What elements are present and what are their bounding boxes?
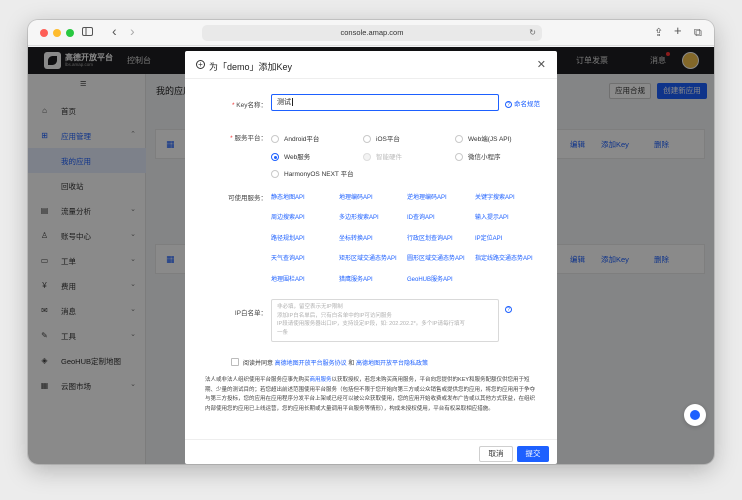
platform-label: * 服务平台： [230, 135, 267, 142]
key-name-value: 测试 [277, 99, 291, 106]
naming-rules-link[interactable]: ? 命名规范 [505, 98, 540, 108]
service-geohub-api[interactable]: GeoHUB服务API [407, 274, 453, 283]
agree-checkbox[interactable] [231, 358, 239, 366]
sidebar-toggle-icon[interactable] [82, 25, 93, 41]
forward-icon[interactable]: › [130, 23, 135, 39]
close-window-button[interactable] [40, 29, 48, 37]
help-assistant-icon[interactable] [684, 404, 706, 426]
service-polygon-search-api[interactable]: 多边形搜索API [339, 212, 379, 221]
modal-header: + 为「demo」添加Key ✕ [185, 51, 557, 79]
service-around-search-api[interactable]: 周边搜索API [271, 212, 305, 221]
service-rect-traffic-api[interactable]: 矩形区域交通态势API [339, 253, 397, 262]
zoom-window-button[interactable] [66, 29, 74, 37]
share-icon[interactable]: ⇪ [654, 25, 663, 41]
radio-web-js-api[interactable]: Web端(JS API) [455, 133, 512, 144]
service-geofence-api[interactable]: 地理围栏API [271, 274, 305, 283]
add-key-modal: + 为「demo」添加Key ✕ * Key名称： 测试 ? 命名规范 * 服务平… [185, 51, 557, 464]
ip-placeholder-line: 一条 [277, 329, 289, 336]
service-reverse-geocoding-api[interactable]: 逆地理编码API [407, 192, 447, 201]
modal-title: 为「demo」添加Key [209, 62, 293, 72]
add-circle-icon: + [196, 60, 205, 69]
legal-notice: 法人或非法人组织使用平台服务应事先购买商用服务以获取授权，若您未购买商用服务，平… [205, 377, 536, 412]
ip-help-icon[interactable]: ? [505, 306, 514, 313]
privacy-policy-link[interactable]: 高德地图开放平台隐私政策 [356, 361, 428, 367]
service-id-query-api[interactable]: ID查询API [407, 212, 435, 221]
tab-overview-icon[interactable]: ⧉ [694, 25, 702, 41]
reload-icon[interactable]: ↻ [529, 25, 536, 41]
service-ip-location-api[interactable]: IP定位API [475, 233, 502, 242]
modal-footer: 取消 提交 [185, 439, 557, 464]
radio-smart-hardware: 智能硬件 [363, 151, 402, 162]
address-bar[interactable]: console.amap.com ↻ [202, 25, 542, 41]
minimize-window-button[interactable] [53, 29, 61, 37]
service-input-tips-api[interactable]: 输入提示API [475, 212, 509, 221]
service-circle-traffic-api[interactable]: 圆形区域交通态势API [407, 253, 465, 262]
radio-wechat-mini-program[interactable]: 微信小程序 [455, 151, 501, 162]
ip-whitelist-label: IP白名单： [234, 310, 267, 317]
service-route-planning-api[interactable]: 路径规划API [271, 233, 305, 242]
ip-whitelist-textarea[interactable]: 非必填，留空表示无IP限制 添加IP白名单后，只有白名单中的IP可访问服务 IP… [271, 299, 499, 342]
service-static-map-api[interactable]: 静态地图API [271, 192, 305, 201]
service-keyword-search-api[interactable]: 关键字搜索API [475, 192, 515, 201]
new-tab-icon[interactable]: + [674, 23, 682, 39]
radio-android[interactable]: Android平台 [271, 133, 319, 144]
service-geocoding-api[interactable]: 地理编码API [339, 192, 373, 201]
submit-button[interactable]: 提交 [517, 446, 549, 462]
commercial-service-link[interactable]: 商用服务 [310, 377, 332, 383]
cancel-button[interactable]: 取消 [479, 446, 513, 462]
key-name-input[interactable]: 测试 [271, 94, 499, 111]
service-district-query-api[interactable]: 行政区划查询API [407, 233, 453, 242]
url-text: console.amap.com [340, 28, 404, 37]
service-falcon-api[interactable]: 猎鹰服务API [339, 274, 373, 283]
help-circle-icon: ? [505, 100, 512, 108]
ip-placeholder-line: IP段请使用服务器出口IP，支持设定IP段，如: 202.202.2*。多个IP… [277, 321, 465, 327]
back-icon[interactable]: ‹ [112, 23, 117, 39]
service-coordinate-convert-api[interactable]: 坐标转换API [339, 233, 373, 242]
service-weather-api[interactable]: 天气查询API [271, 253, 305, 262]
services-label: 可使用服务： [228, 195, 267, 202]
close-icon[interactable]: ✕ [537, 58, 546, 71]
radio-web-service[interactable]: Web服务 [271, 151, 310, 162]
ip-placeholder-line: 添加IP白名单后，只有白名单中的IP可访问服务 [277, 312, 392, 319]
service-agreement-link[interactable]: 高德地图开放平台服务协议 [275, 361, 347, 367]
service-road-traffic-api[interactable]: 指定线路交通态势API [475, 253, 533, 262]
ip-placeholder-line: 非必填，留空表示无IP限制 [277, 304, 343, 310]
radio-harmonyos-next[interactable]: HarmonyOS NEXT 平台 [271, 168, 354, 179]
radio-ios[interactable]: iOS平台 [363, 133, 400, 144]
key-name-label: * Key名称： [231, 102, 267, 109]
browser-toolbar: ‹ › console.amap.com ↻ ⇪ + ⧉ [28, 20, 714, 46]
agreement-text: 阅读并同意 高德地图开放平台服务协议 和 高德地图开放平台隐私政策 [243, 361, 429, 367]
